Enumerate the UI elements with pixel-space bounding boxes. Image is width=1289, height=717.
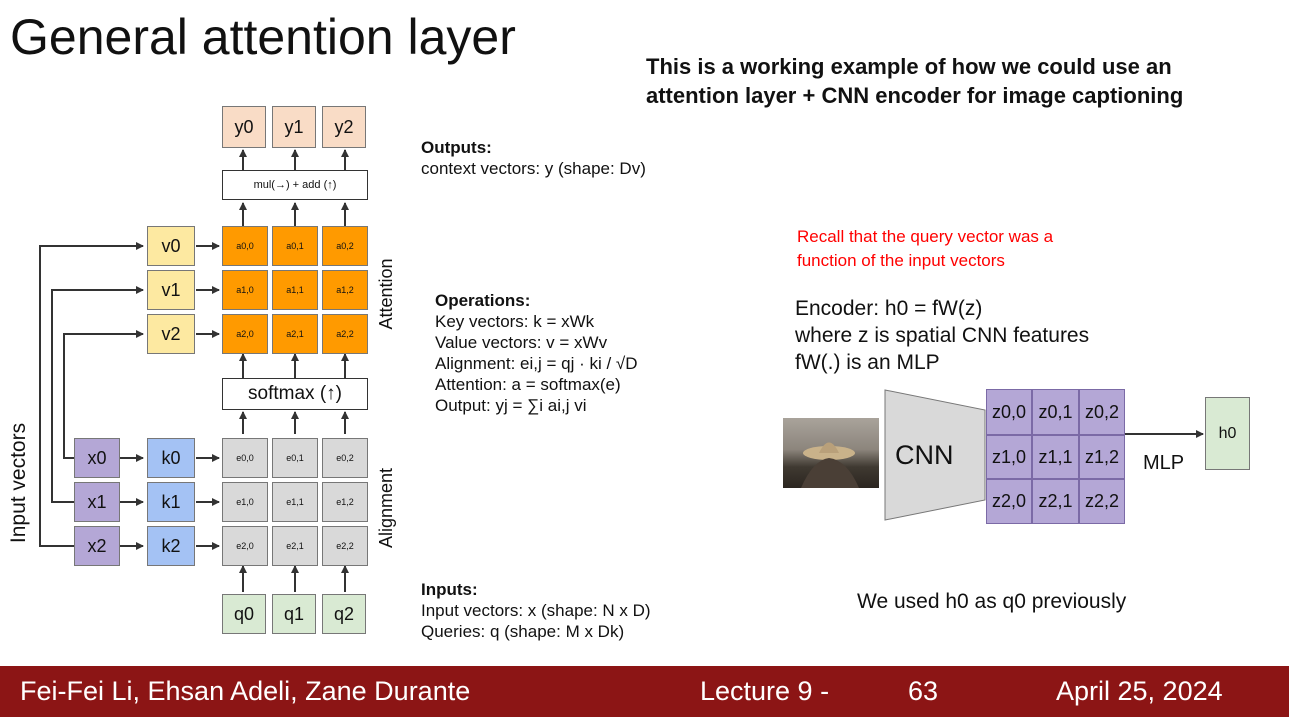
feature-cell: z1,0 (986, 435, 1032, 479)
encoder-line-1: Encoder: h0 = fW(z) (795, 297, 983, 320)
hidden-state-h0: h0 (1205, 397, 1250, 470)
alignment-cell: e2,1 (272, 526, 318, 566)
recall-note: Recall that the query vector was a funct… (797, 225, 1053, 273)
inputs-description: Inputs: Input vectors: x (shape: N x D) … (421, 579, 651, 642)
recall-line-1: Recall that the query vector was a (797, 227, 1054, 246)
inputs-heading: Inputs: (421, 580, 478, 599)
query-q0: q0 (222, 594, 266, 634)
feature-cell: z0,2 (1079, 389, 1125, 435)
operations-key: Key vectors: k = xWk (435, 312, 595, 331)
alignment-label: Alignment (376, 467, 396, 549)
operations-description: Operations: Key vectors: k = xWk Value v… (435, 290, 638, 416)
operations-heading: Operations: (435, 291, 531, 310)
feature-cell: z2,0 (986, 479, 1032, 524)
attention-label: Attention (376, 258, 396, 330)
feature-cell: z2,1 (1032, 479, 1079, 524)
footer-page-number: 63 (908, 676, 939, 706)
alignment-cell: e0,1 (272, 438, 318, 478)
mlp-label: MLP (1143, 452, 1185, 474)
attention-cell: a2,0 (222, 314, 268, 354)
attention-cell: a0,0 (222, 226, 268, 266)
output-y2: y2 (322, 106, 366, 148)
encoder-description: Encoder: h0 = fW(z) where z is spatial C… (795, 295, 1089, 376)
alignment-cell: e2,0 (222, 526, 268, 566)
operations-alignment: Alignment: ei,j = qj · ki / √D (435, 354, 638, 373)
key-k2: k2 (147, 526, 195, 566)
feature-cell: z0,1 (1032, 389, 1079, 435)
alignment-cell: e1,0 (222, 482, 268, 522)
value-v0: v0 (147, 226, 195, 266)
query-q2: q2 (322, 594, 366, 634)
output-y0: y0 (222, 106, 266, 148)
attention-cell: a2,2 (322, 314, 368, 354)
attention-cell: a0,2 (322, 226, 368, 266)
attention-cell: a1,2 (322, 270, 368, 310)
hat-person-illustration (801, 442, 859, 488)
input-x2: x2 (74, 526, 120, 566)
value-v1: v1 (147, 270, 195, 310)
key-k1: k1 (147, 482, 195, 522)
outputs-heading: Outputs: (421, 138, 492, 157)
alignment-cell: e2,2 (322, 526, 368, 566)
input-vectors-label: Input vectors (7, 422, 30, 544)
attention-cell: a1,1 (272, 270, 318, 310)
footer-bar: Fei-Fei Li, Ehsan Adeli, Zane Durante Le… (0, 666, 1289, 717)
feature-cell: z0,0 (986, 389, 1032, 435)
feature-cell: z1,2 (1079, 435, 1125, 479)
footer-lecture: Lecture 9 - (700, 676, 830, 706)
output-y1: y1 (272, 106, 316, 148)
softmax-box: softmax (↑) (222, 378, 368, 410)
alignment-cell: e0,2 (322, 438, 368, 478)
alignment-cell: e1,2 (322, 482, 368, 522)
key-k0: k0 (147, 438, 195, 478)
feature-cell: z1,1 (1032, 435, 1079, 479)
input-image (783, 418, 879, 488)
input-x0: x0 (74, 438, 120, 478)
cnn-label: CNN (895, 440, 954, 470)
outputs-line: context vectors: y (shape: Dv) (421, 159, 646, 178)
footer-date: April 25, 2024 (1056, 676, 1223, 706)
input-x1: x1 (74, 482, 120, 522)
recall-line-2: function of the input vectors (797, 251, 1005, 270)
feature-cell: z2,2 (1079, 479, 1125, 524)
query-q1: q1 (272, 594, 316, 634)
inputs-line-2: Queries: q (shape: M x Dk) (421, 622, 625, 641)
operations-output: Output: yj = ∑i ai,j vi (435, 396, 587, 415)
mul-add-box: mul(→) + add (↑) (222, 170, 368, 200)
operations-value: Value vectors: v = xWv (435, 333, 608, 352)
encoder-line-2: where z is spatial CNN features (795, 324, 1090, 347)
inputs-line-1: Input vectors: x (shape: N x D) (421, 601, 651, 620)
alignment-cell: e1,1 (272, 482, 318, 522)
operations-attention: Attention: a = softmax(e) (435, 375, 621, 394)
reuse-note: We used h0 as q0 previously (857, 590, 1127, 613)
encoder-line-3: fW(.) is an MLP (795, 351, 940, 374)
attention-cell: a1,0 (222, 270, 268, 310)
alignment-cell: e0,0 (222, 438, 268, 478)
footer-authors: Fei-Fei Li, Ehsan Adeli, Zane Durante (20, 676, 471, 706)
outputs-description: Outputs: context vectors: y (shape: Dv) (421, 137, 646, 179)
attention-cell: a2,1 (272, 314, 318, 354)
value-v2: v2 (147, 314, 195, 354)
attention-cell: a0,1 (272, 226, 318, 266)
